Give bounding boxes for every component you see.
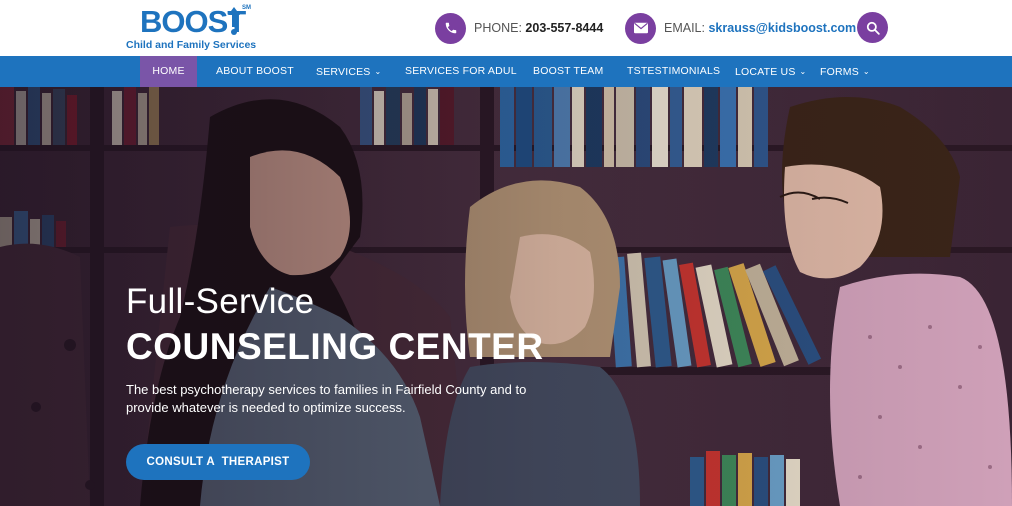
nav-boost-team[interactable]: BOOST TEAM (533, 56, 603, 87)
envelope-icon (625, 12, 656, 44)
chevron-down-icon: ⌄ (799, 67, 807, 76)
hero-description: The best psychotherapy services to famil… (126, 382, 527, 415)
email-label: EMAIL: (664, 21, 705, 35)
nav-home[interactable]: HOME (140, 56, 197, 87)
nav-forms[interactable]: FORMS ⌄ (820, 56, 870, 87)
logo-arrow-icon (228, 7, 240, 35)
hero-title-line-2: COUNSELING CENTER (126, 326, 544, 367)
nav-services-for-adults[interactable]: SERVICES FOR ADUL (405, 56, 517, 87)
nav-about-boost[interactable]: ABOUT BOOST (216, 56, 294, 87)
nav-locate-us[interactable]: LOCATE US ⌄ (735, 56, 806, 87)
email-address[interactable]: skrauss@kidsboost.com (708, 21, 856, 35)
phone-number[interactable]: 203-557-8444 (525, 21, 603, 35)
chevron-down-icon: ⌄ (374, 67, 382, 76)
boost-logo[interactable]: Boost SM Child and Family Services (126, 5, 256, 53)
nav-services[interactable]: SERVICES ⌄ (316, 56, 381, 87)
phone-label: PHONE: (474, 21, 522, 35)
search-icon (866, 21, 880, 35)
logo-tagline: Child and Family Services (126, 39, 257, 51)
nav-testimonials[interactable]: TSTESTIMONIALS (627, 56, 720, 87)
consult-therapist-button[interactable]: CONSULT A THERAPIST (126, 444, 310, 480)
chevron-down-icon: ⌄ (862, 67, 870, 76)
logo-service-mark: SM (242, 5, 251, 11)
hero-title-line-1: Full-Service (126, 282, 315, 321)
search-button[interactable] (857, 12, 888, 43)
phone-contact[interactable]: PHONE: 203-557-8444 (435, 12, 603, 44)
main-nav: HOME ABOUT BOOST SERVICES ⌄ SERVICES FOR … (0, 56, 1012, 87)
email-contact[interactable]: EMAIL: skrauss@kidsboost.com (625, 12, 856, 44)
hero-banner: Full-Service COUNSELING CENTER The best … (0, 87, 1012, 506)
site-header: Boost SM Child and Family Services PHONE… (0, 0, 1012, 56)
phone-icon (435, 12, 466, 44)
